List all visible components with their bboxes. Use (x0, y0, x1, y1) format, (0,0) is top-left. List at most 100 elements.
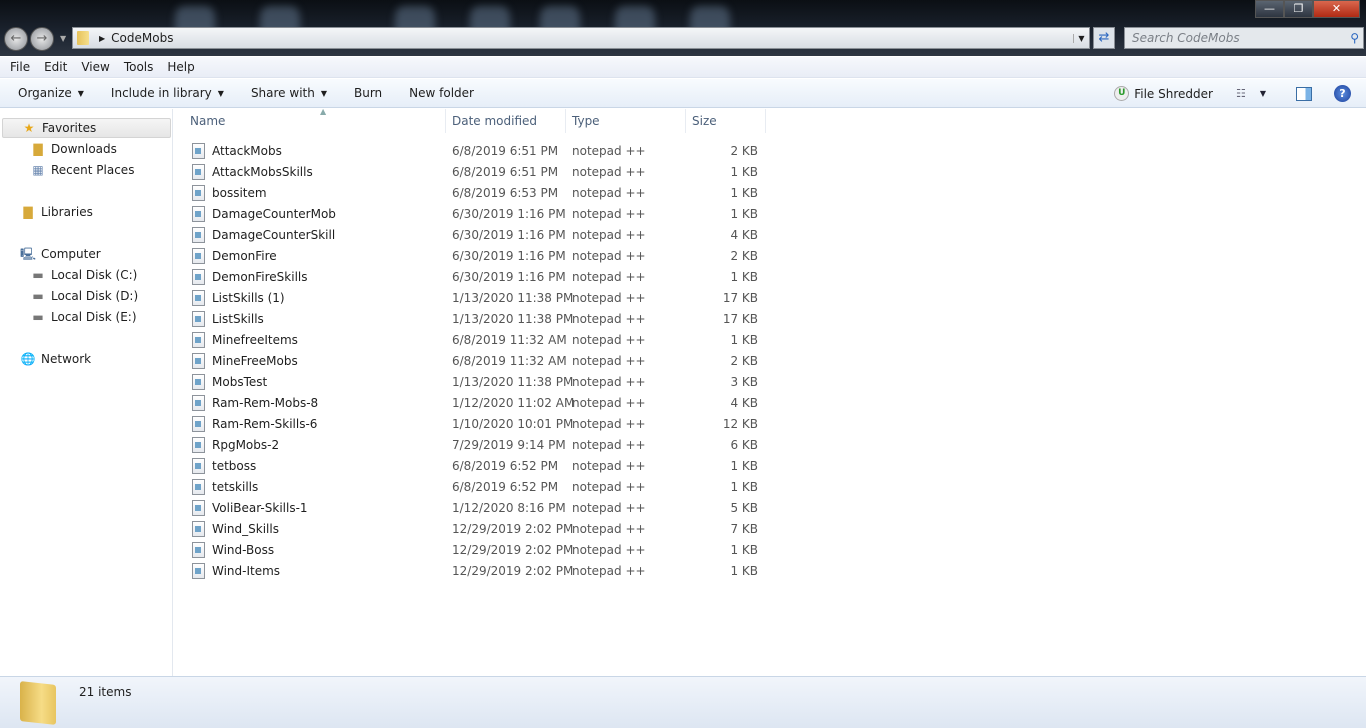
address-bar[interactable]: ▶ CodeMobs ▼ (72, 27, 1090, 49)
file-row[interactable]: Wind_Skills 12/29/2019 2:02 PM notepad ++ 7… (192, 518, 772, 539)
file-row[interactable]: bossitem 6/8/2019 6:53 PM notepad ++ 1 KB (192, 182, 772, 203)
change-view-icon[interactable]: ☷ (1236, 87, 1246, 100)
column-header-size[interactable]: Size (686, 109, 766, 133)
column-header-type[interactable]: Type (566, 109, 686, 133)
sidebar-item-local-disk-e[interactable]: ▬ Local Disk (E:) (30, 307, 137, 327)
sidebar-item-libraries[interactable]: ▇ Libraries (20, 202, 92, 222)
menu-help[interactable]: Help (160, 60, 201, 74)
file-date: 12/29/2019 2:02 PM (452, 521, 574, 536)
file-size: 17 KB (722, 311, 758, 326)
breadcrumb-codemobs[interactable]: CodeMobs (111, 31, 173, 45)
label: Computer (41, 247, 101, 261)
sidebar-item-local-disk-d[interactable]: ▬ Local Disk (D:) (30, 286, 138, 306)
chevron-down-icon: ▼ (320, 88, 327, 98)
menu-edit[interactable]: Edit (37, 60, 74, 74)
file-row[interactable]: Ram-Rem-Mobs-8 1/12/2020 11:02 AM notepad … (192, 392, 772, 413)
sidebar-item-local-disk-c[interactable]: ▬ Local Disk (C:) (30, 265, 137, 285)
file-size: 1 KB (730, 542, 758, 557)
search-placeholder: Search CodeMobs (1132, 31, 1240, 45)
label: Local Disk (E:) (51, 310, 137, 324)
refresh-button[interactable]: ⇄ (1093, 27, 1115, 49)
file-row[interactable]: MinefreeItems 6/8/2019 11:32 AM notepad ++… (192, 329, 772, 350)
file-name: MineFreeMobs (212, 353, 298, 368)
file-type: notepad ++ (572, 395, 646, 410)
folder-icon (20, 681, 56, 725)
label: Recent Places (51, 163, 135, 177)
text-file-icon (192, 247, 205, 264)
text-file-icon (192, 478, 205, 495)
file-size: 1 KB (730, 563, 758, 578)
file-date: 6/8/2019 6:52 PM (452, 479, 559, 494)
file-row[interactable]: DamageCounterSkill 6/30/2019 1:16 PM notep… (192, 224, 772, 245)
sidebar-item-favorites[interactable]: ★ Favorites (2, 118, 171, 138)
column-header-name[interactable]: Name ▲ (184, 107, 446, 133)
file-type: notepad ++ (572, 227, 646, 242)
file-row[interactable]: DemonFireSkills 6/30/2019 1:16 PM notepad … (192, 266, 772, 287)
file-date: 6/30/2019 1:16 PM (452, 248, 566, 263)
breadcrumb-arrow-icon[interactable]: ▶ (99, 34, 105, 43)
file-size: 1 KB (730, 332, 758, 347)
include-in-library-button[interactable]: Include in library ▼ (102, 86, 233, 100)
file-date: 1/12/2020 11:02 AM (452, 395, 575, 410)
file-size: 6 KB (730, 437, 758, 452)
file-row[interactable]: MineFreeMobs 6/8/2019 11:32 AM notepad ++ 2… (192, 350, 772, 371)
file-row[interactable]: tetskills 6/8/2019 6:52 PM notepad ++ 1 KB (192, 476, 772, 497)
file-row[interactable]: AttackMobs 6/8/2019 6:51 PM notepad ++ 2 KB (192, 140, 772, 161)
new-folder-button[interactable]: New folder (400, 86, 483, 100)
file-row[interactable]: DamageCounterMob 6/30/2019 1:16 PM notepad… (192, 203, 772, 224)
file-date: 1/13/2020 11:38 PM (452, 374, 574, 389)
sidebar-item-recent-places[interactable]: ▦ Recent Places (30, 160, 134, 180)
forward-button[interactable]: → (30, 27, 54, 51)
file-type: notepad ++ (572, 269, 646, 284)
file-row[interactable]: ListSkills 1/13/2020 11:38 PM notepad ++ 17… (192, 308, 772, 329)
text-file-icon (192, 394, 205, 411)
file-row[interactable]: DemonFire 6/30/2019 1:16 PM notepad ++ 2 KB (192, 245, 772, 266)
label: Local Disk (D:) (51, 289, 139, 303)
file-row[interactable]: MobsTest 1/13/2020 11:38 PM notepad ++ 3 KB (192, 371, 772, 392)
share-with-button[interactable]: Share with ▼ (242, 86, 336, 100)
file-name: tetskills (212, 479, 259, 494)
search-icon[interactable]: ⚲ (1350, 31, 1359, 45)
file-row[interactable]: ListSkills (1) 1/13/2020 11:38 PM notepad … (192, 287, 772, 308)
file-row[interactable]: Ram-Rem-Skills-6 1/10/2020 10:01 PM notepa… (192, 413, 772, 434)
menu-file[interactable]: File (3, 60, 37, 74)
help-button[interactable]: ? (1334, 85, 1351, 102)
burn-button[interactable]: Burn (345, 86, 391, 100)
maximize-button[interactable]: ❐ (1284, 0, 1313, 18)
file-row[interactable]: tetboss 6/8/2019 6:52 PM notepad ++ 1 KB (192, 455, 772, 476)
file-type: notepad ++ (572, 164, 646, 179)
file-row[interactable]: AttackMobsSkills 6/8/2019 6:51 PM notepad … (192, 161, 772, 182)
file-size: 2 KB (730, 248, 758, 263)
back-button[interactable]: ← (4, 27, 28, 51)
file-date: 1/13/2020 11:38 PM (452, 290, 574, 305)
address-dropdown[interactable]: ▼ (1073, 33, 1089, 43)
downloads-folder-icon: ▇ (33, 142, 43, 156)
shredder-icon: U (1114, 86, 1130, 101)
sidebar-item-downloads[interactable]: ▇ Downloads (30, 139, 117, 159)
close-button[interactable]: ✕ (1313, 0, 1360, 18)
menu-view[interactable]: View (74, 60, 116, 74)
file-type: notepad ++ (572, 458, 646, 473)
column-header-date[interactable]: Date modified (446, 109, 566, 133)
search-input[interactable]: Search CodeMobs ⚲ (1124, 27, 1364, 49)
file-row[interactable]: RpgMobs-2 7/29/2019 9:14 PM notepad ++ 6 KB (192, 434, 772, 455)
sidebar-item-computer[interactable]: 🖳 Computer (20, 244, 101, 264)
recent-pages-dropdown[interactable]: ▼ (60, 34, 66, 43)
file-row[interactable]: Wind-Items 12/29/2019 2:02 PM notepad ++ 1 … (192, 560, 772, 581)
file-type: notepad ++ (572, 332, 646, 347)
file-row[interactable]: VoliBear-Skills-1 1/12/2020 8:16 PM notepa… (192, 497, 772, 518)
file-shredder-button[interactable]: U File Shredder (1105, 86, 1222, 101)
preview-pane-button[interactable] (1296, 86, 1312, 101)
file-name: DemonFireSkills (212, 269, 308, 284)
organize-button[interactable]: Organize ▼ (9, 86, 93, 100)
chevron-down-icon: ▼ (77, 88, 84, 98)
view-options-dropdown[interactable]: ▼ (1260, 89, 1266, 98)
sidebar-item-network[interactable]: 🌐 Network (20, 349, 92, 369)
file-row[interactable]: Wind-Boss 12/29/2019 2:02 PM notepad ++ 1 K… (192, 539, 772, 560)
menu-tools[interactable]: Tools (117, 60, 161, 74)
drive-icon: ▬ (32, 268, 44, 282)
file-size: 2 KB (730, 353, 758, 368)
minimize-button[interactable]: — (1255, 0, 1284, 18)
file-name: DamageCounterMob (212, 206, 336, 221)
file-name: bossitem (212, 185, 267, 200)
